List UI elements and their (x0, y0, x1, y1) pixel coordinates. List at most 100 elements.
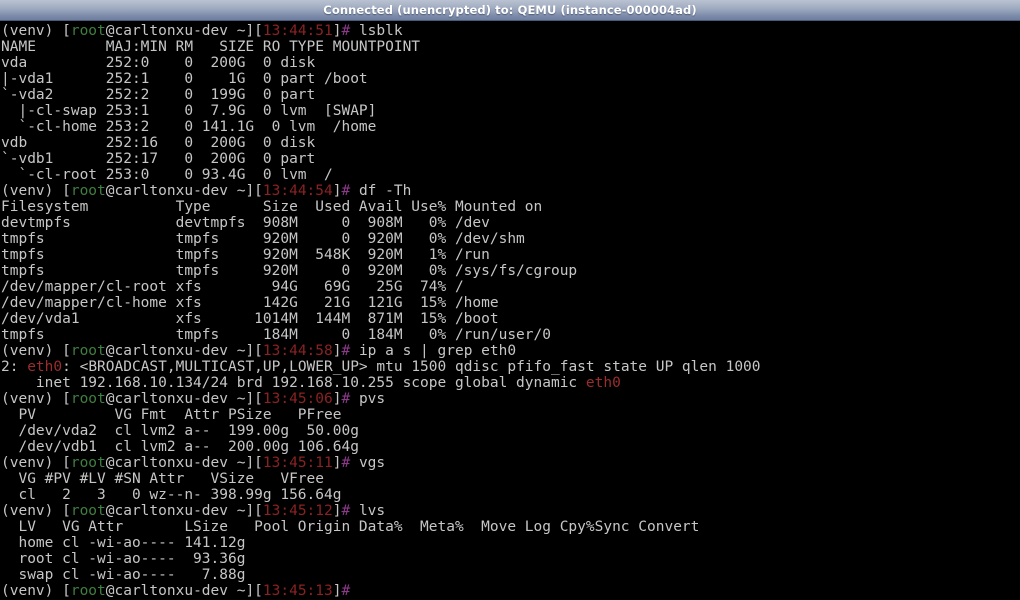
terminal-prompt-line: (venv) [root@carltonxu-dev ~][13:45:11]#… (0, 455, 1020, 471)
prompt-host: @carltonxu-dev ~] (105, 583, 255, 599)
prompt-venv: (venv) (1, 503, 63, 519)
terminal-output-line: |-vda1 252:1 0 1G 0 part /boot (0, 71, 1020, 87)
prompt-timestamp: 13:45:12 (262, 503, 333, 519)
prompt-host: @carltonxu-dev ~] (105, 391, 255, 407)
grep-match: eth0 (585, 375, 621, 391)
terminal-prompt-line: (venv) [root@carltonxu-dev ~][13:45:13]# (0, 583, 1020, 599)
terminal-output-line: 2: eth0: <BROADCAST,MULTICAST,UP,LOWER_U… (0, 359, 1020, 375)
output-text: /dev/mapper/cl-root xfs 94G 69G 25G 74% … (1, 279, 464, 295)
prompt-host: @carltonxu-dev ~] (105, 503, 255, 519)
terminal-output-line: /dev/vdb1 cl lvm2 a-- 200.00g 106.64g (0, 439, 1020, 455)
prompt-bracket-open: [ (62, 23, 71, 39)
terminal-output-line: vdb 252:16 0 200G 0 disk (0, 135, 1020, 151)
terminal-output-line: `-cl-root 253:0 0 93.4G 0 lvm / (0, 167, 1020, 183)
terminal-prompt-line: (venv) [root@carltonxu-dev ~][13:44:54]#… (0, 183, 1020, 199)
output-text: `-cl-home 253:2 0 141.1G 0 lvm /home (1, 119, 377, 135)
prompt-time-bracket-open: [ (254, 391, 263, 407)
output-text: devtmpfs devtmpfs 908M 0 908M 0% /dev (1, 215, 490, 231)
prompt-venv: (venv) (1, 23, 63, 39)
output-text: NAME MAJ:MIN RM SIZE RO TYPE MOUNTPOINT (1, 39, 421, 55)
terminal-output-line: /dev/vda2 cl lvm2 a-- 199.00g 50.00g (0, 423, 1020, 439)
output-text: /dev/mapper/cl-home xfs 142G 21G 121G 15… (1, 295, 499, 311)
grep-match: eth0 (27, 359, 63, 375)
terminal-output-line: tmpfs tmpfs 920M 0 920M 0% /dev/shm (0, 231, 1020, 247)
prompt-venv: (venv) (1, 583, 63, 599)
prompt-time-bracket-open: [ (254, 183, 263, 199)
prompt-bracket-open: [ (62, 503, 71, 519)
prompt-bracket-open: [ (62, 183, 71, 199)
output-text: |-vda1 252:1 0 1G 0 part /boot (1, 71, 368, 87)
prompt-user: root (70, 455, 106, 471)
terminal-output-line: Filesystem Type Size Used Avail Use% Mou… (0, 199, 1020, 215)
output-text: vda 252:0 0 200G 0 disk (1, 55, 325, 71)
terminal-output-line: /dev/mapper/cl-root xfs 94G 69G 25G 74% … (0, 279, 1020, 295)
output-text: LV VG Attr LSize Pool Origin Data% Meta%… (1, 519, 700, 535)
output-text: tmpfs tmpfs 184M 0 184M 0% /run/user/0 (1, 327, 551, 343)
output-text: `-vda2 252:2 0 199G 0 part (1, 87, 325, 103)
prompt-bracket-open: [ (62, 455, 71, 471)
output-text: Filesystem Type Size Used Avail Use% Mou… (1, 199, 543, 215)
output-text: : <BROADCAST,MULTICAST,UP,LOWER_UP> mtu … (62, 359, 761, 375)
terminal-output-line: NAME MAJ:MIN RM SIZE RO TYPE MOUNTPOINT (0, 39, 1020, 55)
terminal-output-line: VG #PV #LV #SN Attr VSize VFree (0, 471, 1020, 487)
terminal-screen[interactable]: (venv) [root@carltonxu-dev ~][13:44:51]#… (0, 21, 1020, 600)
output-text: home cl -wi-ao---- 141.12g (1, 535, 246, 551)
window-titlebar: Connected (unencrypted) to: QEMU (instan… (0, 0, 1020, 21)
terminal-output-line: home cl -wi-ao---- 141.12g (0, 535, 1020, 551)
prompt-time-bracket-open: [ (254, 583, 263, 599)
terminal-output-line: cl 2 3 0 wz--n- 398.99g 156.64g (0, 487, 1020, 503)
prompt-sigil: # (341, 343, 351, 359)
output-text: root cl -wi-ao---- 93.36g (1, 551, 246, 567)
terminal-output-line: tmpfs tmpfs 920M 0 920M 0% /sys/fs/cgrou… (0, 263, 1020, 279)
prompt-timestamp: 13:44:54 (262, 183, 333, 199)
prompt-sigil: # (341, 23, 351, 39)
output-text: cl 2 3 0 wz--n- 398.99g 156.64g (1, 487, 342, 503)
prompt-user: root (70, 503, 106, 519)
terminal-output-line: `-vda2 252:2 0 199G 0 part (0, 87, 1020, 103)
output-text: inet 192.168.10.134/24 brd 192.168.10.25… (1, 375, 586, 391)
output-text: tmpfs tmpfs 920M 548K 920M 1% /run (1, 247, 490, 263)
terminal-output-line: PV VG Fmt Attr PSize PFree (0, 407, 1020, 423)
terminal-output-line: swap cl -wi-ao---- 7.88g (0, 567, 1020, 583)
terminal-output-line: tmpfs tmpfs 920M 548K 920M 1% /run (0, 247, 1020, 263)
prompt-sigil: # (341, 183, 351, 199)
output-text: |-cl-swap 253:1 0 7.9G 0 lvm [SWAP] (1, 103, 377, 119)
prompt-timestamp: 13:44:51 (262, 23, 333, 39)
qemu-console-window: Connected (unencrypted) to: QEMU (instan… (0, 0, 1020, 600)
prompt-sigil: # (341, 455, 351, 471)
prompt-timestamp: 13:44:58 (262, 343, 333, 359)
prompt-timestamp: 13:45:13 (262, 583, 333, 599)
terminal-output-line: root cl -wi-ao---- 93.36g (0, 551, 1020, 567)
prompt-bracket-open: [ (62, 391, 71, 407)
output-text: tmpfs tmpfs 920M 0 920M 0% /dev/shm (1, 231, 525, 247)
prompt-bracket-open: [ (62, 583, 71, 599)
terminal-output-line: tmpfs tmpfs 184M 0 184M 0% /run/user/0 (0, 327, 1020, 343)
prompt-venv: (venv) (1, 455, 63, 471)
terminal-command: df -Th (350, 183, 412, 199)
terminal-output-line: vda 252:0 0 200G 0 disk (0, 55, 1020, 71)
output-text: /dev/vda2 cl lvm2 a-- 199.00g 50.00g (1, 423, 359, 439)
output-text: PV VG Fmt Attr PSize PFree (1, 407, 359, 423)
prompt-host: @carltonxu-dev ~] (105, 183, 255, 199)
prompt-user: root (70, 23, 106, 39)
prompt-sigil: # (341, 583, 351, 599)
prompt-user: root (70, 183, 106, 199)
terminal-output-line: devtmpfs devtmpfs 908M 0 908M 0% /dev (0, 215, 1020, 231)
prompt-timestamp: 13:45:11 (262, 455, 333, 471)
prompt-time-bracket-open: [ (254, 455, 263, 471)
output-text: vdb 252:16 0 200G 0 disk (1, 135, 325, 151)
output-text: `-cl-root 253:0 0 93.4G 0 lvm / (1, 167, 333, 183)
prompt-sigil: # (341, 503, 351, 519)
terminal-command: pvs (350, 391, 386, 407)
terminal-command: lvs (350, 503, 386, 519)
prompt-sigil: # (341, 391, 351, 407)
terminal-output-line: `-cl-home 253:2 0 141.1G 0 lvm /home (0, 119, 1020, 135)
terminal-output-line: |-cl-swap 253:1 0 7.9G 0 lvm [SWAP] (0, 103, 1020, 119)
prompt-time-bracket-open: [ (254, 503, 263, 519)
terminal-command: lsblk (350, 23, 403, 39)
terminal-output-line: /dev/mapper/cl-home xfs 142G 21G 121G 15… (0, 295, 1020, 311)
terminal-prompt-line: (venv) [root@carltonxu-dev ~][13:44:51]#… (0, 23, 1020, 39)
terminal-prompt-line: (venv) [root@carltonxu-dev ~][13:45:06]#… (0, 391, 1020, 407)
prompt-host: @carltonxu-dev ~] (105, 23, 255, 39)
terminal-output-line: `-vdb1 252:17 0 200G 0 part (0, 151, 1020, 167)
